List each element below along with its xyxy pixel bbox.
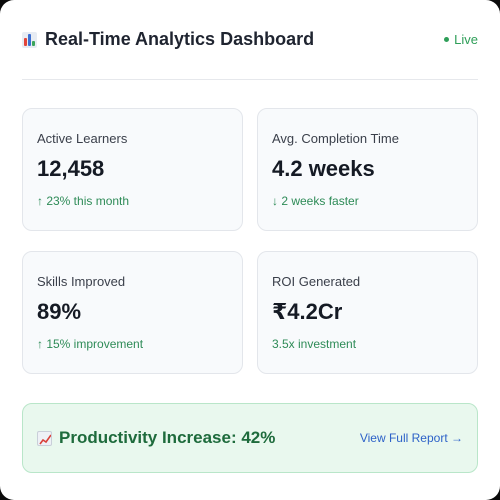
stat-card-skills-improved: Skills Improved 89% ↑ 15% improvement [22,251,243,374]
stat-label: Active Learners [37,131,128,146]
live-status-label: Live [454,32,478,47]
stat-label: Avg. Completion Time [272,131,399,146]
banner-content: Productivity Increase: 42% [37,428,275,448]
bar-chart-icon [22,31,37,48]
stats-grid: Active Learners 12,458 ↑ 23% this month … [22,80,478,380]
trend-chart-icon [37,430,52,446]
view-full-report-link[interactable]: View Full Report → [360,431,463,445]
stat-value: 12,458 [37,156,105,181]
stat-card-roi: ROI Generated ₹4.2Cr 3.5x investment [257,251,478,374]
stat-change: 3.5x investment [272,337,357,351]
stat-value: 89% [37,299,82,324]
stat-value: ₹4.2Cr [272,299,343,324]
live-dot-icon [444,37,450,42]
stat-card-completion-time: Avg. Completion Time 4.2 weeks ↓ 2 weeks… [257,108,478,231]
stat-change: ↑ 23% this month [37,194,130,208]
stat-label: ROI Generated [272,274,361,289]
stat-value: 4.2 weeks [272,156,375,181]
productivity-text: Productivity Increase: 42% [59,428,276,447]
stat-label: Skills Improved [37,274,126,289]
productivity-banner: Productivity Increase: 42% View Full Rep… [22,403,478,473]
dashboard-header: Real-Time Analytics Dashboard Live [22,0,478,80]
stat-change: ↑ 15% improvement [37,337,144,351]
live-status-badge: Live [444,32,478,47]
stat-card-active-learners: Active Learners 12,458 ↑ 23% this month [22,108,243,231]
dashboard-card: Real-Time Analytics Dashboard Live Activ… [0,0,500,500]
page-title: Real-Time Analytics Dashboard [45,29,315,49]
title-group: Real-Time Analytics Dashboard [22,29,314,50]
stat-change: ↓ 2 weeks faster [272,194,359,208]
